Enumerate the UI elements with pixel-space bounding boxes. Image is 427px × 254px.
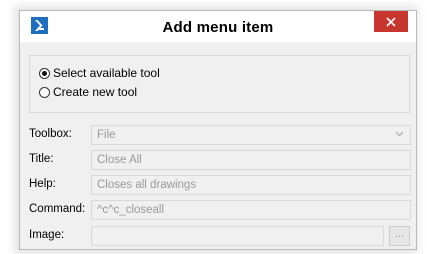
help-field[interactable]: Closes all drawings bbox=[91, 175, 411, 195]
radio-label: Select available tool bbox=[53, 66, 160, 80]
help-value: Closes all drawings bbox=[97, 179, 197, 191]
command-field[interactable]: ^c^c_closeall bbox=[91, 200, 411, 220]
image-label: Image: bbox=[29, 229, 65, 241]
toolbox-label: Toolbox: bbox=[29, 128, 72, 140]
title-bar[interactable]: Add menu item bbox=[20, 11, 416, 42]
dialog-title: Add menu item bbox=[162, 19, 274, 36]
add-menu-item-dialog: Add menu item Select available tool Crea… bbox=[19, 10, 417, 250]
command-value: ^c^c_closeall bbox=[97, 204, 165, 216]
toolbox-dropdown[interactable]: File bbox=[91, 125, 411, 145]
select-available-tool-option[interactable]: Select available tool bbox=[39, 65, 160, 81]
image-field[interactable] bbox=[91, 226, 384, 246]
toolbox-value: File bbox=[97, 129, 116, 141]
title-field[interactable]: Close All bbox=[91, 150, 411, 170]
help-label: Help: bbox=[29, 178, 56, 190]
title-value: Close All bbox=[97, 154, 142, 166]
title-label: Title: bbox=[29, 153, 54, 165]
command-label: Command: bbox=[29, 203, 86, 215]
radio-button-unselected[interactable] bbox=[39, 86, 50, 98]
browse-image-button[interactable]: ... bbox=[389, 226, 410, 246]
radio-button-selected[interactable] bbox=[39, 67, 50, 79]
tool-choice-group: Select available tool Create new tool bbox=[29, 55, 410, 113]
create-new-tool-option[interactable]: Create new tool bbox=[39, 84, 137, 100]
chevron-down-icon bbox=[395, 131, 404, 137]
close-button[interactable] bbox=[374, 11, 408, 32]
close-icon bbox=[386, 16, 396, 27]
radio-label: Create new tool bbox=[53, 85, 138, 99]
